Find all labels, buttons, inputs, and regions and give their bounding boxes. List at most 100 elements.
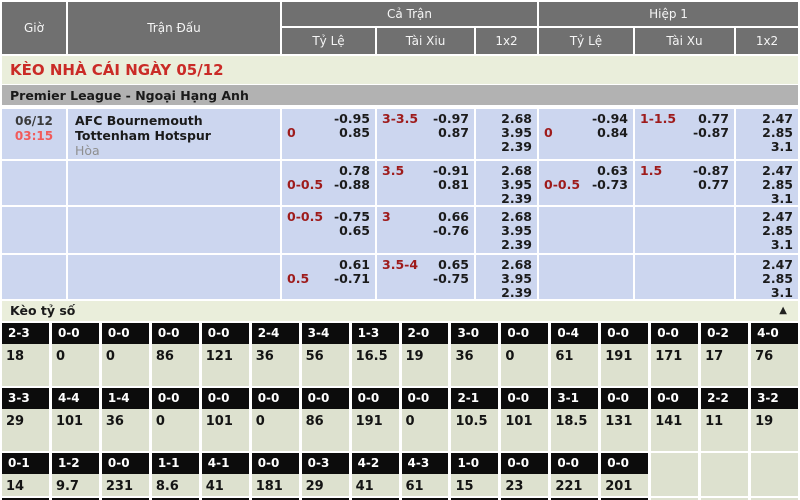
odds-1x2-value: 3.1 bbox=[741, 192, 793, 206]
odds-1x2-value: 2.47 bbox=[741, 258, 793, 272]
match-date: 06/12 bbox=[2, 114, 66, 129]
score-cell: 1-3 bbox=[352, 323, 399, 344]
handicap-value: 3.5-4 bbox=[382, 258, 418, 272]
score-odds-value: 0 bbox=[102, 344, 149, 386]
odds-value: -0.94 bbox=[592, 112, 628, 126]
half-handicap-cell bbox=[539, 255, 633, 299]
score-cell: 2-0 bbox=[402, 323, 449, 344]
odds-1x2-value: 2.39 bbox=[481, 192, 532, 206]
full-1x2-cell: 2.683.952.39 bbox=[476, 161, 537, 205]
score-cell: 0-0 bbox=[352, 388, 399, 409]
score-cell: 0-0 bbox=[651, 323, 698, 344]
half-handicap-cell: 0.630-0.5-0.73 bbox=[539, 161, 633, 205]
empty-time-cell bbox=[2, 255, 66, 299]
full-handicap-cell: -0.9500.85 bbox=[282, 109, 375, 159]
odds-table-header: Giờ Trận Đấu Cả Trận Tỷ Lệ Tài Xiu 1x2 H… bbox=[2, 2, 798, 54]
odds-value: -0.87 bbox=[693, 164, 729, 178]
score-cell: 2-2 bbox=[701, 388, 748, 409]
score-cell: 4-1 bbox=[202, 453, 249, 474]
page-title: KÈO NHÀ CÁI NGÀY 05/12 bbox=[2, 56, 798, 84]
header-half-overunder: Tài Xu bbox=[635, 28, 734, 54]
handicap-value: 3.5 bbox=[382, 164, 404, 178]
odds-value: 0.85 bbox=[339, 126, 370, 140]
score-cell: 2-3 bbox=[2, 323, 49, 344]
score-cell bbox=[701, 453, 748, 474]
score-cell: 0-0 bbox=[102, 453, 149, 474]
empty-match-cell bbox=[68, 255, 280, 299]
score-section-header[interactable]: Kèo tỷ số ▲ bbox=[2, 301, 798, 321]
score-odds-value: 56 bbox=[302, 344, 349, 386]
handicap-value: 3-3.5 bbox=[382, 112, 418, 126]
score-cell: 0-1 bbox=[2, 453, 49, 474]
odds-value: 0.84 bbox=[597, 126, 628, 140]
score-odds-value: 36 bbox=[252, 344, 299, 386]
match-teams-cell: AFC Bournemouth Tottenham Hotspur Hòa bbox=[68, 109, 280, 159]
odds-value: 0.81 bbox=[438, 178, 469, 192]
full-handicap-cell: 0-0.5-0.750.65 bbox=[282, 207, 375, 253]
odds-1x2-value: 2.85 bbox=[741, 178, 793, 192]
handicap-value: 1.5 bbox=[640, 164, 662, 178]
score-odds-value: 61 bbox=[402, 474, 449, 496]
score-cell: 0-4 bbox=[551, 323, 598, 344]
score-odds-value: 29 bbox=[302, 474, 349, 496]
score-cell: 0-0 bbox=[651, 388, 698, 409]
score-cell: 0-0 bbox=[252, 453, 299, 474]
odds-1x2-value: 2.68 bbox=[481, 112, 532, 126]
odds-value: -0.97 bbox=[433, 112, 469, 126]
full-overunder-cell: 3.5-40.65-0.75 bbox=[377, 255, 474, 299]
score-cell: 0-0 bbox=[152, 388, 199, 409]
odds-row: 0.610.5-0.71 3.5-40.65-0.75 2.683.952.39… bbox=[2, 255, 798, 299]
odds-1x2-value: 3.1 bbox=[741, 140, 793, 154]
score-odds-value: 86 bbox=[152, 344, 199, 386]
score-odds-value: 19 bbox=[751, 409, 798, 451]
score-odds-value: 171 bbox=[651, 344, 698, 386]
half-1x2-cell: 2.472.853.1 bbox=[736, 207, 798, 253]
odds-value: 0.63 bbox=[597, 164, 628, 178]
odds-value: -0.76 bbox=[433, 224, 469, 238]
score-odds-value: 18.5 bbox=[551, 409, 598, 451]
odds-value: 0.65 bbox=[438, 258, 469, 272]
score-cell: 0-0 bbox=[252, 388, 299, 409]
odds-1x2-value: 3.95 bbox=[481, 178, 532, 192]
score-cell: 4-0 bbox=[751, 323, 798, 344]
odds-1x2-value: 2.85 bbox=[741, 126, 793, 140]
score-odds-value: 41 bbox=[202, 474, 249, 496]
score-odds-value bbox=[651, 474, 698, 496]
score-cell: 1-4 bbox=[102, 388, 149, 409]
odds-1x2-value: 2.68 bbox=[481, 210, 532, 224]
score-cell: 4-3 bbox=[402, 453, 449, 474]
score-odds-value bbox=[751, 474, 798, 496]
odds-1x2-value: 2.85 bbox=[741, 272, 793, 286]
header-group-full-match: Cả Trận Tỷ Lệ Tài Xiu 1x2 bbox=[282, 2, 537, 54]
score-section-title: Kèo tỷ số bbox=[10, 303, 75, 318]
score-odds-value: 0 bbox=[52, 344, 99, 386]
score-cell: 2-1 bbox=[451, 388, 498, 409]
handicap-value: 0.5 bbox=[287, 272, 309, 286]
full-overunder-cell: 3-3.5-0.970.87 bbox=[377, 109, 474, 159]
score-odds-value: 17 bbox=[701, 344, 748, 386]
collapse-arrow-icon[interactable]: ▲ bbox=[779, 301, 787, 321]
score-odds-value: 131 bbox=[601, 409, 648, 451]
odds-1x2-value: 2.47 bbox=[741, 112, 793, 126]
score-cell: 0-0 bbox=[152, 323, 199, 344]
score-odds-value: 10.5 bbox=[451, 409, 498, 451]
score-odds-value: 0 bbox=[402, 409, 449, 451]
header-half-handicap: Tỷ Lệ bbox=[539, 28, 633, 54]
score-cell: 1-0 bbox=[451, 453, 498, 474]
score-grid: 2-30-00-00-00-02-43-41-32-03-00-00-40-00… bbox=[2, 323, 798, 500]
handicap-value: 0-0.5 bbox=[544, 178, 580, 192]
score-cell: 4-4 bbox=[52, 388, 99, 409]
match-kickoff-time: 03:15 bbox=[2, 129, 66, 144]
full-handicap-cell: 0.780-0.5-0.88 bbox=[282, 161, 375, 205]
odds-1x2-value: 3.95 bbox=[481, 272, 532, 286]
odds-value: 0.61 bbox=[339, 258, 370, 272]
odds-1x2-value: 2.39 bbox=[481, 286, 532, 300]
score-odds-value: 76 bbox=[751, 344, 798, 386]
score-cell: 3-0 bbox=[451, 323, 498, 344]
score-odds-value: 29 bbox=[2, 409, 49, 451]
header-time: Giờ bbox=[2, 2, 66, 54]
score-cell: 3-4 bbox=[302, 323, 349, 344]
score-cell: 1-2 bbox=[52, 453, 99, 474]
score-odds-value: 191 bbox=[352, 409, 399, 451]
half-overunder-cell bbox=[635, 255, 734, 299]
